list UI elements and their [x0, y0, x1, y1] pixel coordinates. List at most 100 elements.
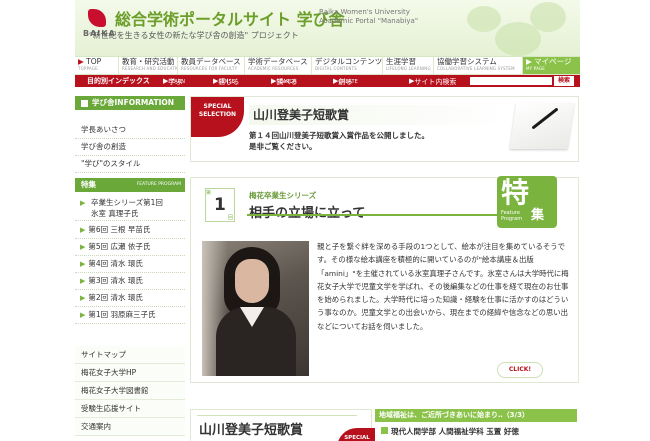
nav-item-top[interactable]: ▶ TOP TOPPAGE [75, 57, 119, 74]
site-wrapper: BAIKA 総合学術ポータルサイト 学び舎 Baika Women's Univ… [75, 0, 580, 441]
sidebar-feature-item[interactable]: ▶ 卒業生シリーズ第1回 氷室 真理子氏 [75, 195, 185, 221]
link-search[interactable]: ▶ 調べる SEARCH [271, 76, 297, 86]
arrow-icon: ▶ [80, 243, 86, 251]
special-selection-badge: SPECIAL SELECTION [191, 97, 244, 137]
nav-sublabel: MY PAGE [526, 66, 546, 71]
sidebar-link-university[interactable]: 梅花女子大学HP [75, 364, 185, 382]
sidebar-link-label: 梅花女子大学HP [81, 368, 137, 377]
episode-prefix: 第 [206, 190, 212, 196]
page: BAIKA 総合学術ポータルサイト 学び舎 Baika Women's Univ… [0, 0, 650, 441]
nav-sublabel: COLLABORATIVE LEARNING SYSTEM [437, 66, 515, 71]
feature-kanji-1: 特 [501, 176, 530, 209]
sidebar-item-president[interactable]: 学長あいさつ [75, 122, 185, 139]
link-create[interactable]: ▶ 創る CREATE [333, 76, 358, 86]
sidebar-feature-label: 卒業生シリーズ第1回 氷室 真理子氏 [91, 198, 163, 218]
sidebar-feature-label: 第1回 羽原麻三子氏 [88, 310, 156, 319]
sidebar-link-library[interactable]: 梅花女子大学図書館 [75, 382, 185, 400]
nav-sublabel: TOPPAGE [78, 66, 98, 71]
sidebar-feature-item[interactable]: ▶ 第5回 広瀬 依子氏 [75, 239, 185, 256]
english-title: Baika Women's University Academic Portal… [319, 8, 418, 26]
sidebar-feature-header: 特集 FEATURE PROGRAM [75, 178, 185, 192]
feature-title[interactable]: 相手の立場に立って [249, 202, 365, 221]
arrow-icon: ▶ [80, 260, 86, 268]
sidebar-feature-item[interactable]: ▶ 第3回 清水 環氏 [75, 273, 185, 290]
sidebar-feature-label: 第5回 広瀬 依子氏 [88, 242, 151, 251]
nav-item-academic-db[interactable]: 学術データベース ACADEMIC RESOURCES [245, 57, 312, 74]
nav-label: 協働学習システム [437, 57, 497, 66]
nav-label: TOP [86, 57, 102, 66]
community-welfare-author-text: 現代人間学部 人間福祉学科 玉置 好徳 [391, 427, 519, 436]
link-learn[interactable]: ▶ 学ぶ LEARN [163, 76, 185, 86]
purpose-index-label: 目的別インデックス [87, 77, 150, 85]
episode-number: 1 [214, 195, 226, 215]
sidebar-link-sitemap[interactable]: サイトマップ [75, 346, 185, 364]
purpose-index-bar: 目的別インデックス ▶ 学ぶ LEARN ▶ 感じる SENSE ▶ 調べる S… [75, 75, 580, 87]
tanka-title: 山川登美子短歌賞 [199, 423, 304, 438]
community-welfare-box[interactable]: 地域福祉は、ご近所づきあいに始まり‥（3/3） 現代人間学部 人間福祉学科 玉置… [375, 409, 577, 441]
square-bullet-icon [381, 427, 388, 434]
tanka-award-box[interactable]: 山川登美子短歌賞 SPECIAL [190, 409, 377, 441]
sidebar-item-creation[interactable]: 学び舎の創造 [75, 139, 185, 156]
nav-item-faculty-db[interactable]: 教員データベース RESOURCES FOR FACULTY [178, 57, 245, 74]
nav-item-collab[interactable]: 協働学習システム COLLABORATIVE LEARNING SYSTEM [434, 57, 523, 74]
nav-label: デジタルコンテンツ [315, 57, 383, 66]
feature-body: 親と子を繋ぐ絆を深める手段の1つとして、絵本が注目を集めているそうです。その様な… [317, 240, 570, 333]
notebook-image [509, 103, 575, 149]
tagline: "新世紀を生きる女性の新たな学び舎の創造" プロジェクト [89, 31, 299, 40]
site-search-label: ▶ サイト内検索 [409, 77, 457, 86]
site-title[interactable]: 総合学術ポータルサイト 学び舎 [115, 6, 345, 30]
arrow-icon: ▶ [80, 277, 86, 285]
feature-en: Feature Program [501, 210, 522, 222]
episode-number-box: 第 1 回 [205, 188, 235, 222]
nav-item-lifelong[interactable]: 生涯学習 LIFELONG LEARNING [383, 57, 434, 74]
arrow-icon: ▶ [80, 199, 86, 207]
decoration-leaf [467, 6, 501, 32]
photo-face [235, 259, 269, 303]
nav-item-mypage[interactable]: ▶ マイページ MY PAGE [523, 57, 580, 74]
site-search-button[interactable]: 検索 [554, 76, 574, 86]
nav-sublabel: RESOURCES FOR FACULTY [181, 66, 238, 71]
sidebar-feature-item[interactable]: ▶ 第1回 羽原麻三子氏 [75, 307, 185, 324]
arrow-icon: ▶ [80, 294, 86, 302]
site-header: BAIKA 総合学術ポータルサイト 学び舎 Baika Women's Univ… [75, 0, 580, 56]
nav-label: 教育・研究活動 [122, 57, 175, 66]
sidebar-feature-label: 第4回 清水 環氏 [88, 259, 143, 268]
link-sense[interactable]: ▶ 感じる SENSE [213, 76, 239, 86]
feature-series: 梅花卒業生シリーズ [249, 191, 317, 200]
sidebar-link-access[interactable]: 交通案内 [75, 418, 185, 436]
nav-sublabel: DIGITAL CONTENTS [315, 66, 357, 71]
sidebar-link-label: サイトマップ [81, 350, 126, 359]
special-text-line1: 第１４回山川登美子短歌賞入賞作品を公開しました。 [249, 131, 429, 140]
nav-item-digital[interactable]: デジタルコンテンツ DIGITAL CONTENTS [312, 57, 383, 74]
nav-label: 生涯学習 [386, 57, 416, 66]
sidebar-feature-en: FEATURE PROGRAM [136, 182, 181, 187]
baika-logo-icon[interactable] [88, 9, 106, 27]
mypage-icon: ▶ [526, 57, 532, 66]
arrow-icon: ▶ [80, 311, 86, 319]
sidebar-feature-item[interactable]: ▶ 第4回 清水 環氏 [75, 256, 185, 273]
special-title: 山川登美子短歌賞 [253, 108, 350, 122]
info-square-icon [81, 99, 88, 107]
sidebar-item-label: 学び舎の創造 [81, 142, 126, 151]
sidebar-item-label: 学長あいさつ [81, 125, 126, 134]
sidebar-feature-item[interactable]: ▶ 第6回 三根 早苗氏 [75, 222, 185, 239]
home-icon: ▶ [78, 57, 84, 66]
interviewee-photo [202, 241, 309, 376]
episode-suffix: 回 [227, 215, 233, 221]
nav-item-research[interactable]: 教育・研究活動 RESEARCH AND EDUCATION [119, 57, 178, 74]
sidebar-link-applicants[interactable]: 受験生応援サイト [75, 400, 185, 418]
sidebar-item-style[interactable]: "学び"のスタイル [75, 156, 185, 173]
sidebar-feature-label: 第6回 三根 早苗氏 [88, 225, 151, 234]
site-search-input[interactable] [470, 77, 552, 85]
feature-click-button[interactable]: CLICK! [497, 362, 543, 378]
feature-en-line2: Program [501, 216, 523, 222]
nav-label: 学術データベース [248, 57, 308, 66]
sidebar-feature-item[interactable]: ▶ 第2回 清水 環氏 [75, 290, 185, 307]
community-welfare-author: 現代人間学部 人間福祉学科 玉置 好徳 [381, 426, 519, 437]
sidebar-link-label: 梅花女子大学図書館 [81, 386, 149, 395]
sidebar-feature-label: 第3回 清水 環氏 [88, 276, 143, 285]
nav-sublabel: LIFELONG LEARNING [386, 66, 431, 71]
feature-box: 第 1 回 梅花卒業生シリーズ 相手の立場に立って 特 集 Feature Pr… [190, 176, 579, 383]
community-welfare-header: 地域福祉は、ご近所づきあいに始まり‥（3/3） [375, 409, 577, 422]
special-selection-banner[interactable]: SPECIAL SELECTION 山川登美子短歌賞 第１４回山川登美子短歌賞入… [190, 96, 579, 162]
